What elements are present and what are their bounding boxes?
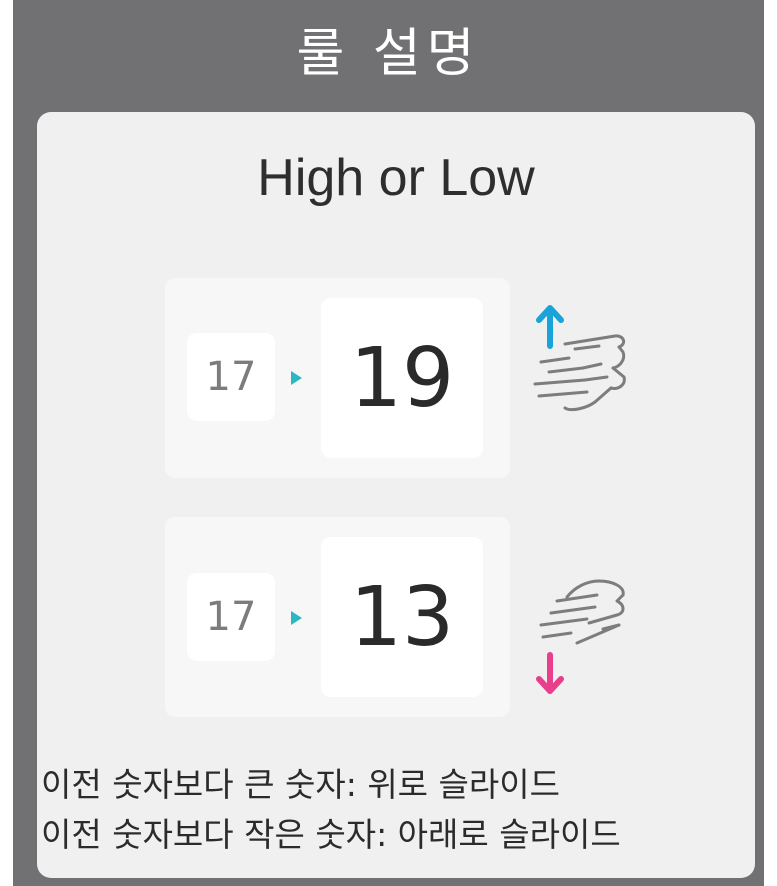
rules-description: 이전 숫자보다 큰 숫자: 위로 슬라이드 이전 숫자보다 작은 숫자: 아래로… bbox=[41, 760, 755, 860]
rule-line-higher: 이전 숫자보다 큰 숫자: 위로 슬라이드 bbox=[41, 765, 560, 804]
page-title: 룰 설명 bbox=[296, 23, 481, 84]
up-arrow-icon bbox=[536, 305, 564, 349]
rule-line-lower: 이전 숫자보다 작은 숫자: 아래로 슬라이드 bbox=[41, 815, 621, 854]
swipe-down-hand-icon bbox=[536, 579, 625, 694]
game-title: High or Low bbox=[257, 149, 535, 207]
rules-card: High or Low 17 19 17 13 이전 숫자보다 큰 숫자: 위로… bbox=[37, 112, 755, 878]
play-arrow-icon bbox=[291, 611, 302, 625]
next-number-box: 19 bbox=[321, 298, 483, 458]
right-edge-strip bbox=[764, 0, 777, 886]
example-higher-panel: 17 19 bbox=[165, 278, 510, 478]
previous-number-box: 17 bbox=[187, 573, 275, 661]
next-number-box: 13 bbox=[321, 537, 483, 697]
header-bar: 룰 설명 bbox=[0, 0, 777, 112]
left-edge-strip bbox=[0, 0, 13, 886]
example-lower-panel: 17 13 bbox=[165, 517, 510, 717]
play-arrow-icon bbox=[291, 371, 302, 385]
swipe-up-hand-icon bbox=[533, 305, 626, 412]
down-arrow-icon bbox=[536, 652, 564, 694]
previous-number-box: 17 bbox=[187, 333, 275, 421]
